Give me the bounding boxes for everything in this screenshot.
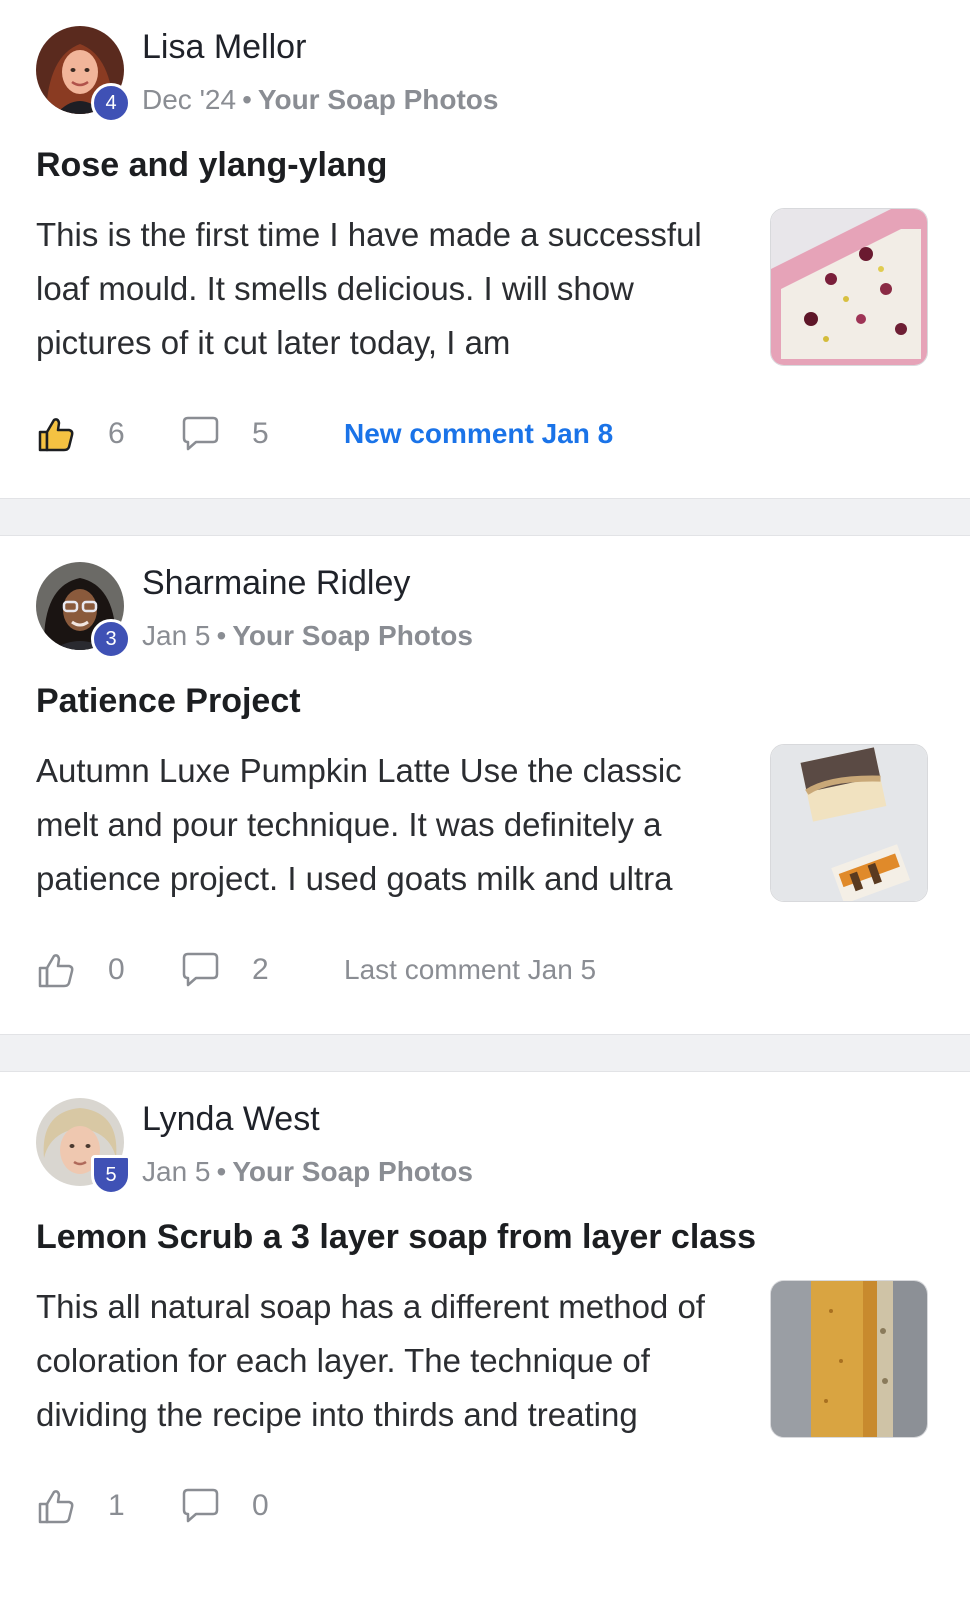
- avatar[interactable]: 5: [36, 1098, 131, 1195]
- trust-level-badge: 3: [91, 619, 131, 659]
- like-control[interactable]: 6: [36, 414, 128, 454]
- topic-excerpt: Autumn Luxe Pumpkin Latte Use the classi…: [36, 752, 682, 897]
- post-header: 5 Lynda West Jan 5 • Your Soap Photos: [36, 1098, 736, 1195]
- topic-thumbnail[interactable]: [770, 744, 928, 902]
- last-activity-link[interactable]: Last comment Jan 5: [344, 954, 596, 986]
- comment-count: 5: [252, 417, 269, 450]
- post-date: Dec '24: [142, 84, 237, 115]
- trust-level-badge: 4: [91, 83, 131, 123]
- post-meta: Dec '24 • Your Soap Photos: [142, 84, 498, 116]
- topic-card[interactable]: 3 Sharmaine Ridley Jan 5 • Your Soap Photo…: [0, 535, 970, 1035]
- category-link[interactable]: Your Soap Photos: [232, 620, 473, 651]
- comment-control[interactable]: 2: [180, 950, 272, 990]
- comment-count: 2: [252, 953, 269, 986]
- author-name[interactable]: Lisa Mellor: [142, 28, 306, 67]
- avatar[interactable]: 3: [36, 562, 131, 659]
- topic-thumbnail[interactable]: [770, 1280, 928, 1438]
- topic-feed: 4 Lisa Mellor Dec '24 • Your Soap Photos R…: [0, 0, 970, 1570]
- trust-level-badge: 5: [91, 1155, 131, 1195]
- like-count: 6: [108, 417, 125, 450]
- comment-control[interactable]: 0: [180, 1486, 272, 1526]
- meta-separator: •: [242, 84, 252, 115]
- last-activity-link[interactable]: New comment Jan 8: [344, 418, 613, 450]
- meta-separator: •: [216, 1156, 227, 1187]
- topic-card[interactable]: 4 Lisa Mellor Dec '24 • Your Soap Photos R…: [0, 0, 970, 499]
- avatar[interactable]: 4: [36, 26, 131, 123]
- post-meta: Jan 5 • Your Soap Photos: [142, 1156, 473, 1188]
- speech-bubble-icon[interactable]: [180, 950, 220, 990]
- topic-excerpt: This is the first time I have made a suc…: [36, 216, 702, 361]
- post-meta: Jan 5 • Your Soap Photos: [142, 620, 473, 652]
- speech-bubble-icon[interactable]: [180, 1486, 220, 1526]
- like-count: 0: [108, 953, 125, 986]
- post-header: 4 Lisa Mellor Dec '24 • Your Soap Photos: [36, 26, 736, 123]
- post-actions: 1 0: [36, 1484, 916, 1528]
- card-divider: [0, 1035, 970, 1071]
- like-control[interactable]: 0: [36, 950, 128, 990]
- card-divider: [0, 499, 970, 535]
- thumbs-up-icon[interactable]: [36, 414, 76, 454]
- topic-card[interactable]: 5 Lynda West Jan 5 • Your Soap Photos Lemo…: [0, 1071, 970, 1570]
- category-link[interactable]: Your Soap Photos: [232, 1156, 473, 1187]
- thumbs-up-icon[interactable]: [36, 1486, 76, 1526]
- author-name[interactable]: Lynda West: [142, 1100, 320, 1139]
- comment-control[interactable]: 5: [180, 414, 272, 454]
- like-count: 1: [108, 1489, 125, 1522]
- post-header: 3 Sharmaine Ridley Jan 5 • Your Soap Photo…: [36, 562, 736, 659]
- author-name[interactable]: Sharmaine Ridley: [142, 564, 410, 603]
- speech-bubble-icon[interactable]: [180, 414, 220, 454]
- meta-separator: •: [216, 620, 227, 651]
- thumbs-up-icon[interactable]: [36, 950, 76, 990]
- topic-title[interactable]: Lemon Scrub a 3 layer soap from layer cl…: [36, 1218, 756, 1257]
- post-actions: 0 2 Last comment Jan 5: [36, 948, 916, 992]
- comment-count: 0: [252, 1489, 269, 1522]
- post-actions: 6 5 New comment Jan 8: [36, 412, 916, 456]
- topic-thumbnail[interactable]: [770, 208, 928, 366]
- post-date: Jan 5: [142, 620, 211, 651]
- category-link[interactable]: Your Soap Photos: [258, 84, 499, 115]
- post-date: Jan 5: [142, 1156, 211, 1187]
- topic-title[interactable]: Rose and ylang-ylang: [36, 146, 387, 185]
- like-control[interactable]: 1: [36, 1486, 128, 1526]
- topic-excerpt: This all natural soap has a different me…: [36, 1288, 705, 1433]
- topic-title[interactable]: Patience Project: [36, 682, 301, 721]
